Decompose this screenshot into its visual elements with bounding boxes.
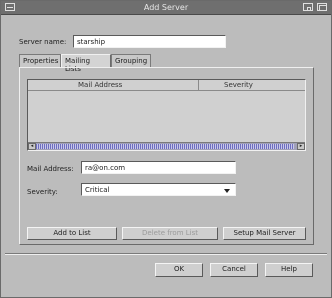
maximize-icon[interactable]: [317, 3, 327, 11]
chevron-down-icon[interactable]: [224, 189, 230, 193]
cancel-button[interactable]: Cancel: [210, 263, 258, 277]
severity-select[interactable]: Critical: [81, 183, 236, 196]
mailing-list-table[interactable]: Mail Address Severity ◂ ▸: [27, 79, 306, 151]
mail-address-label: Mail Address:: [27, 165, 74, 173]
severity-label: Severity:: [27, 188, 58, 196]
severity-selected-value: Critical: [85, 186, 110, 194]
column-divider: [198, 80, 199, 90]
mail-address-field[interactable]: ra@on.com: [81, 161, 236, 174]
server-name-field[interactable]: starship: [73, 35, 226, 48]
column-header-mail-address[interactable]: Mail Address: [78, 81, 122, 89]
server-name-label: Server name:: [19, 38, 67, 46]
delete-from-list-button[interactable]: Delete from List: [122, 227, 218, 240]
tab-properties[interactable]: Properties: [19, 54, 61, 67]
scroll-left-icon[interactable]: ◂: [28, 143, 36, 150]
table-header: Mail Address Severity: [28, 80, 305, 91]
tab-grouping[interactable]: Grouping: [111, 54, 151, 67]
minimize-icon[interactable]: [303, 3, 313, 11]
setup-mail-server-button[interactable]: Setup Mail Server: [223, 227, 306, 240]
title-bar: Add Server: [1, 1, 331, 15]
ok-button[interactable]: OK: [155, 263, 203, 277]
horizontal-scrollbar[interactable]: ◂ ▸: [28, 142, 305, 150]
help-button[interactable]: Help: [265, 263, 313, 277]
scrollbar-thumb[interactable]: [36, 144, 294, 149]
footer-separator: [5, 253, 327, 255]
add-to-list-button[interactable]: Add to List: [27, 227, 117, 240]
tab-mailing-lists[interactable]: Mailing Lists: [61, 54, 111, 73]
add-server-dialog: Add Server Server name: starship Propert…: [0, 0, 332, 298]
scroll-right-icon[interactable]: ▸: [297, 143, 305, 150]
window-title: Add Server: [143, 3, 189, 12]
column-header-severity[interactable]: Severity: [224, 81, 253, 89]
